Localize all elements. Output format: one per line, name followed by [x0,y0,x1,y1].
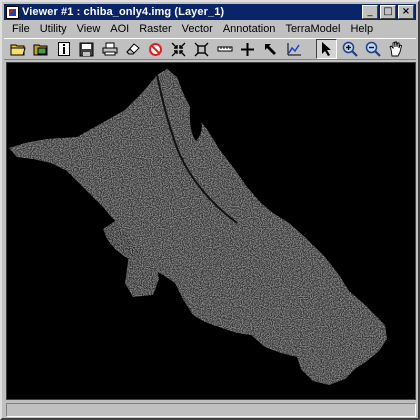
title-bar[interactable]: Viewer #1 : chiba_only4.img (Layer_1) _ … [4,4,416,20]
menu-terramodel[interactable]: TerraModel [280,23,345,35]
menu-help[interactable]: Help [345,23,378,35]
measure-icon[interactable] [214,39,235,59]
minimize-button[interactable]: _ [362,5,378,19]
no-symbol-icon[interactable] [145,39,166,59]
maximize-button[interactable]: □ [380,5,396,19]
toolbar [4,38,416,60]
zoom-in-icon[interactable] [339,39,360,59]
open-layer-icon[interactable] [30,39,51,59]
satellite-image [9,69,387,385]
menu-view[interactable]: View [72,23,106,35]
viewer-window: Viewer #1 : chiba_only4.img (Layer_1) _ … [0,0,420,420]
crosshair-icon[interactable] [237,39,258,59]
menu-bar: File Utility View AOI Raster Vector Anno… [4,20,416,37]
profile-icon[interactable] [283,39,304,59]
menu-file[interactable]: File [7,23,35,35]
eraser-icon[interactable] [122,39,143,59]
window-controls: _ □ × [360,5,414,19]
open-folder-icon[interactable] [7,39,28,59]
menu-raster[interactable]: Raster [134,23,176,35]
image-canvas[interactable] [6,62,416,400]
zoom-out-icon[interactable] [362,39,383,59]
zoom-in-arrows-icon[interactable] [168,39,189,59]
window-title: Viewer #1 : chiba_only4.img (Layer_1) [22,6,225,18]
print-icon[interactable] [99,39,120,59]
info-icon[interactable] [53,39,74,59]
zoom-out-arrows-icon[interactable] [191,39,212,59]
select-arrow-icon[interactable] [316,39,337,59]
menu-utility[interactable]: Utility [35,23,72,35]
status-bar [6,403,416,417]
menu-vector[interactable]: Vector [177,23,218,35]
roam-icon[interactable] [260,39,281,59]
status-text [7,405,10,416]
harbor-blocks [125,255,159,297]
menu-annotation[interactable]: Annotation [218,23,281,35]
app-icon[interactable] [6,5,19,19]
save-icon[interactable] [76,39,97,59]
menu-aoi[interactable]: AOI [105,23,134,35]
pan-hand-icon[interactable] [385,39,406,59]
close-button[interactable]: × [398,5,414,19]
